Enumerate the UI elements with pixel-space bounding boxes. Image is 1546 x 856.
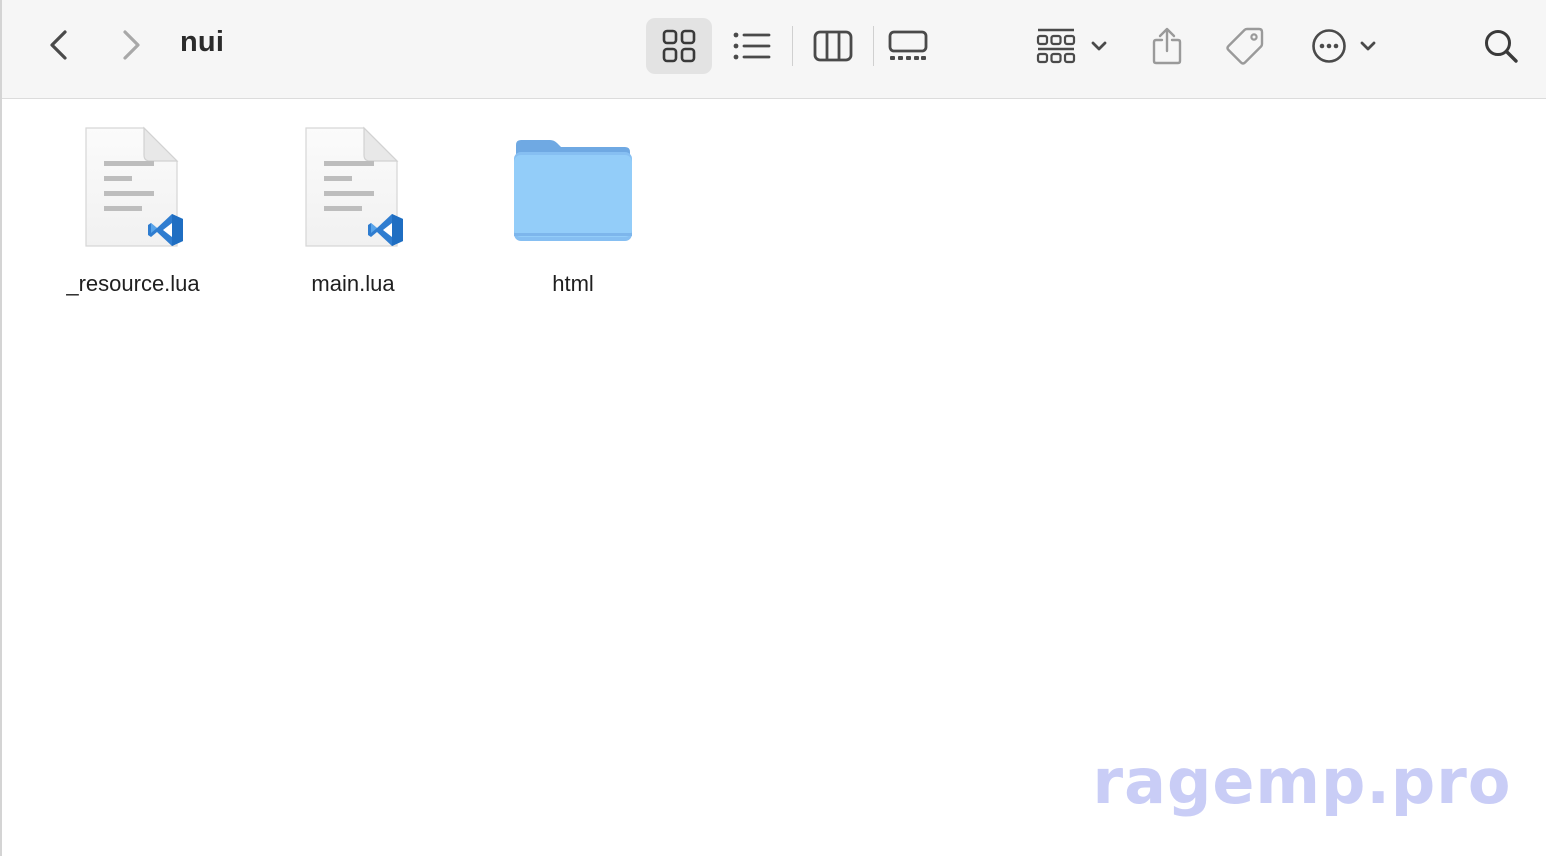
folder-name-label: html — [552, 271, 594, 296]
file-name-label: _resource.lua — [66, 271, 200, 296]
folder-item-html[interactable]: html — [468, 125, 678, 305]
tag-button[interactable] — [1218, 18, 1272, 74]
share-button[interactable] — [1140, 18, 1194, 74]
back-button[interactable] — [38, 24, 80, 66]
list-view-button[interactable] — [724, 18, 780, 74]
toolbar: nui — [2, 0, 1546, 99]
gallery-view-button[interactable] — [880, 18, 936, 74]
gallery-icon — [888, 30, 928, 60]
file-name-label: main.lua — [311, 271, 395, 296]
column-view-button[interactable] — [805, 18, 861, 74]
ellipsis-circle-icon — [1312, 29, 1346, 63]
file-item-main-lua[interactable]: main.lua — [248, 125, 458, 305]
tag-icon — [1226, 27, 1264, 65]
vscode-document-icon — [68, 125, 198, 255]
list-icon — [733, 32, 771, 60]
finder-window: nui _resource.lua main.lua html ragemp.p… — [0, 0, 1546, 856]
forward-button[interactable] — [110, 24, 152, 66]
icon-view-button[interactable] — [646, 18, 712, 74]
columns-icon — [813, 30, 853, 62]
toolbar-divider — [873, 26, 874, 66]
file-item-resource-lua[interactable]: _resource.lua — [28, 125, 238, 305]
share-icon — [1152, 27, 1182, 65]
group-grid-icon — [1036, 28, 1076, 64]
toolbar-divider — [792, 26, 793, 66]
chevron-left-icon — [50, 30, 67, 60]
more-actions-button[interactable] — [1302, 18, 1386, 74]
search-button[interactable] — [1474, 18, 1528, 74]
chevron-down-icon — [1091, 41, 1107, 51]
vscode-document-icon — [288, 125, 418, 255]
search-icon — [1485, 30, 1518, 63]
chevron-right-icon — [123, 30, 140, 60]
watermark-text: ragemp.pro — [1092, 745, 1512, 818]
group-by-button[interactable] — [1030, 18, 1114, 74]
grid-icon — [662, 29, 696, 63]
chevron-down-icon — [1360, 41, 1376, 51]
folder-icon — [508, 125, 638, 255]
window-title: nui — [180, 26, 225, 58]
